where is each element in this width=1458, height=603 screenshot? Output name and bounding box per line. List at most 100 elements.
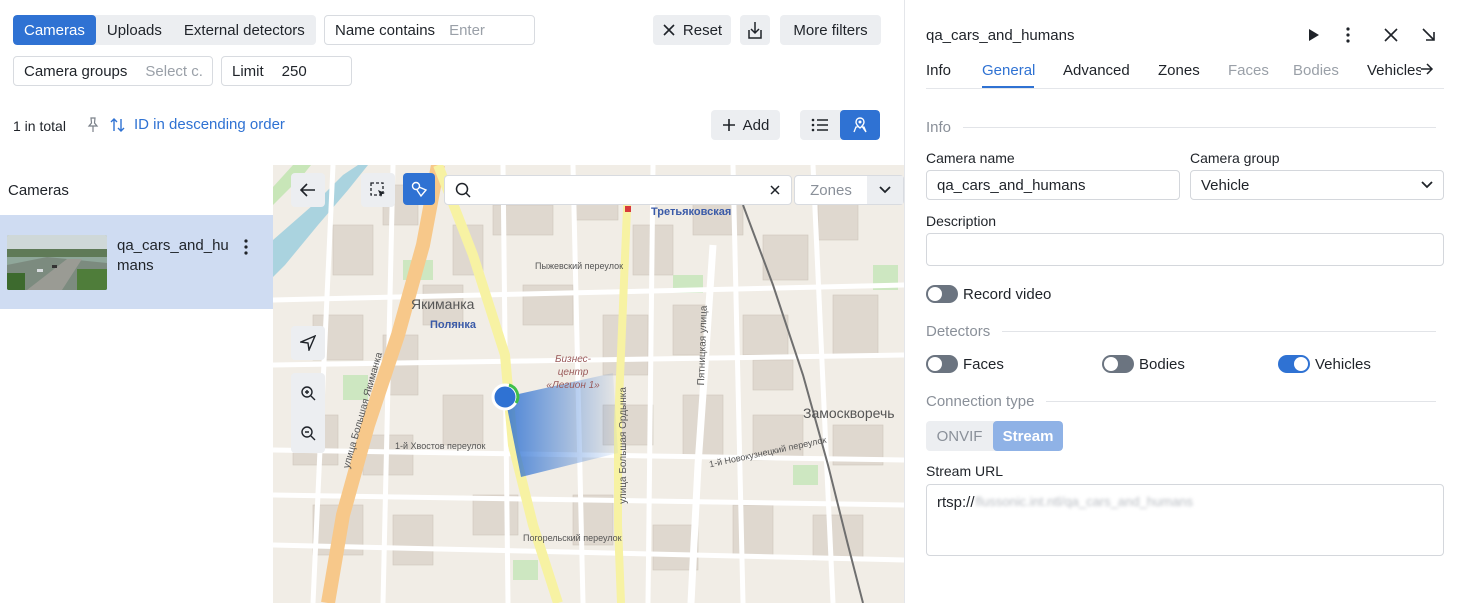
tab-info[interactable]: Info [926, 62, 951, 79]
tabs-divider [926, 88, 1444, 89]
camera-name-label: Camera name [926, 150, 1015, 166]
download-button[interactable] [740, 15, 770, 45]
faces-detector-label: Faces [963, 356, 1004, 373]
tab-general[interactable]: General [982, 62, 1035, 79]
zoom-out-icon [300, 425, 316, 441]
name-contains-label: Name contains [335, 21, 436, 39]
play-icon[interactable] [1308, 28, 1320, 42]
section-divider [963, 127, 1436, 128]
connection-type-switch: ONVIF Stream [926, 421, 1063, 451]
camera-groups-placeholder: Select c... [145, 62, 202, 80]
pin-icon[interactable] [86, 117, 100, 133]
map-camera-mode-button[interactable] [403, 173, 435, 205]
camera-groups-select[interactable]: Camera groups Select c... [13, 56, 213, 86]
stream-url-input[interactable]: rtsp:// flussonic.int.ntl/qa_cars_and_hu… [926, 484, 1444, 556]
map-search[interactable] [444, 175, 792, 205]
camera-fov-icon [410, 180, 428, 198]
map-view[interactable]: Третьяковская Якиманка Полянка Замосквор… [273, 165, 904, 603]
record-video-toggle[interactable] [926, 285, 958, 303]
name-contains-filter[interactable]: Name contains Enter [324, 15, 535, 45]
chevron-down-icon [879, 186, 891, 194]
zones-toggle[interactable] [867, 176, 903, 204]
faces-detector-toggle[interactable] [926, 355, 958, 373]
name-contains-placeholder: Enter [449, 21, 485, 39]
map-locate-button[interactable] [291, 326, 325, 360]
info-section-label: Info [926, 119, 952, 136]
add-button[interactable]: Add [711, 110, 780, 140]
list-icon [811, 118, 829, 132]
detectors-section-label: Detectors [926, 323, 991, 340]
map-view-button[interactable] [840, 110, 880, 140]
zones-label: Zones [810, 181, 852, 199]
arrow-left-icon [300, 183, 316, 197]
tabs-scroll-right-icon[interactable] [1420, 63, 1434, 75]
map-pin-icon [851, 116, 869, 134]
close-icon[interactable] [1384, 28, 1398, 42]
more-vertical-icon[interactable] [243, 239, 249, 255]
close-icon [662, 23, 676, 37]
add-label: Add [742, 116, 770, 134]
zoom-out-button[interactable] [291, 413, 325, 453]
map-back-button[interactable] [291, 173, 325, 207]
panel-title: qa_cars_and_humans [926, 27, 1075, 44]
list-view-button[interactable] [800, 110, 840, 140]
bodies-detector-label: Bodies [1139, 356, 1185, 373]
map-label-business-center: Бизнес-центр «Легион 1» [546, 354, 600, 391]
camera-name: qa_cars_and_humans [117, 237, 229, 274]
tab-vehicles[interactable]: Vehicles [1367, 62, 1421, 79]
source-tabs: Cameras Uploads External detectors [13, 15, 316, 45]
clear-search-icon[interactable] [769, 184, 781, 196]
section-divider [1046, 401, 1436, 402]
search-icon [455, 182, 471, 198]
connection-stream[interactable]: Stream [993, 421, 1063, 451]
total-count: 1 in total [13, 118, 66, 134]
stream-url-rest: flussonic.int.ntl/qa_cars_and_humans [975, 494, 1194, 509]
tab-uploads[interactable]: Uploads [96, 15, 173, 45]
connection-onvif[interactable]: ONVIF [926, 421, 993, 451]
map-label-yakimanka: Якиманка [411, 296, 475, 312]
camera-list-item[interactable]: qa_cars_and_humans [0, 215, 273, 309]
vehicles-detector-toggle[interactable] [1278, 355, 1310, 373]
more-filters-button[interactable]: More filters [780, 15, 881, 45]
sort-control[interactable]: ID in descending order [110, 116, 285, 133]
download-icon [746, 20, 764, 40]
section-divider [1002, 331, 1436, 332]
limit-value: 250 [281, 62, 307, 80]
map-select-area-button[interactable] [361, 173, 395, 207]
camera-name-input[interactable]: qa_cars_and_humans [926, 170, 1180, 200]
camera-group-select[interactable]: Vehicle [1190, 170, 1444, 200]
map-label-pyzhevsky: Пыжевский переулок [535, 261, 624, 271]
collapse-arrow-icon[interactable] [1422, 28, 1436, 42]
zones-dropdown[interactable]: Zones [794, 175, 904, 205]
map-label-khvostov: 1-й Хвостов переулок [395, 441, 486, 451]
record-video-label: Record video [963, 286, 1052, 303]
camera-group-label: Camera group [1190, 150, 1280, 166]
tab-faces[interactable]: Faces [1228, 62, 1269, 79]
tab-bodies[interactable]: Bodies [1293, 62, 1339, 79]
more-vertical-icon[interactable] [1345, 27, 1351, 43]
limit-input[interactable]: Limit 250 [221, 56, 352, 86]
map-label-polyanka: Полянка [430, 319, 477, 331]
tab-advanced[interactable]: Advanced [1063, 62, 1130, 79]
camera-details-panel: qa_cars_and_humans Info General Advanced… [904, 0, 1458, 603]
more-filters-label: More filters [793, 21, 868, 39]
tab-cameras[interactable]: Cameras [13, 15, 96, 45]
zoom-in-icon [300, 385, 316, 401]
tab-zones[interactable]: Zones [1158, 62, 1200, 79]
map-label-tretyakovskaya: Третьяковская [651, 206, 732, 218]
bodies-detector-toggle[interactable] [1102, 355, 1134, 373]
map-label-zamoskvorechye: Замоскворечь [803, 405, 895, 421]
limit-label: Limit [232, 62, 264, 80]
navigation-arrow-icon [300, 335, 316, 351]
sort-label: ID in descending order [134, 116, 285, 133]
view-switch [800, 110, 880, 140]
connection-section-label: Connection type [926, 393, 1035, 410]
camera-thumbnail [7, 235, 107, 290]
stream-url-label: Stream URL [926, 463, 1004, 479]
stream-url-prefix: rtsp:// [937, 494, 975, 511]
tab-external-detectors[interactable]: External detectors [173, 15, 316, 45]
reset-label: Reset [682, 21, 723, 39]
reset-button[interactable]: Reset [653, 15, 731, 45]
zoom-in-button[interactable] [291, 373, 325, 413]
description-input[interactable] [926, 233, 1444, 266]
